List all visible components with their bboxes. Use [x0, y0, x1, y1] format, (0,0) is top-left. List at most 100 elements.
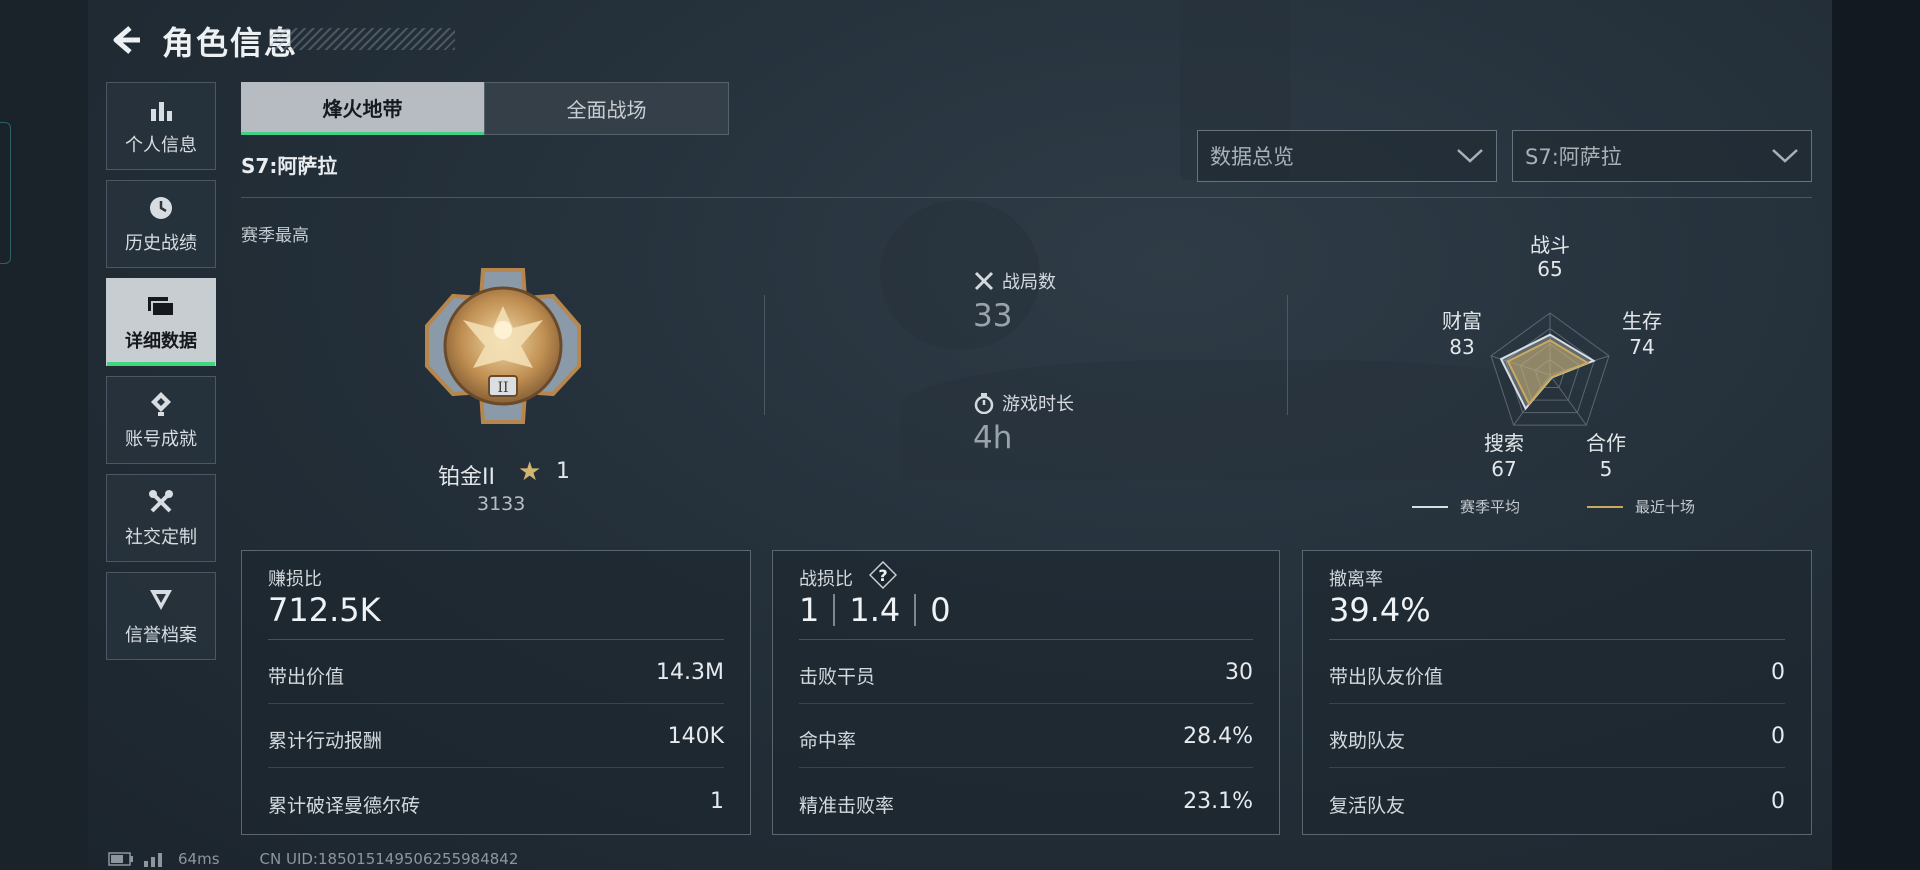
- card-title: 撤离率: [1329, 569, 1383, 590]
- header-divider: [241, 197, 1812, 198]
- folder-icon: [146, 291, 176, 321]
- radar-axis-value: 5: [1599, 457, 1613, 481]
- sidebar-item-history[interactable]: 历史战绩: [106, 180, 216, 268]
- stat-row-value: 0: [1771, 660, 1785, 685]
- radar-axis-label: 财富: [1442, 309, 1482, 333]
- playtime-value: 4h: [973, 420, 1013, 456]
- title-decoration: [270, 28, 455, 50]
- radar-axis-value: 65: [1537, 257, 1563, 281]
- sidebar-item-label: 账号成就: [125, 429, 197, 450]
- legend-season-average: 赛季平均: [1412, 496, 1520, 517]
- stat-row-label: 累计行动报酬: [268, 730, 383, 752]
- rank-star-count: 1: [556, 459, 570, 484]
- history-clock-icon: [146, 193, 176, 223]
- radar-axis-value: 74: [1629, 335, 1655, 359]
- chevron-down-icon: [1457, 149, 1483, 163]
- stat-row-value: 30: [1225, 660, 1253, 685]
- radar-axis-value: 67: [1491, 457, 1517, 481]
- back-arrow-icon[interactable]: [108, 22, 144, 58]
- kd-deaths: 0: [930, 591, 951, 629]
- bar-chart-icon: [146, 95, 176, 125]
- right-margin: [1832, 0, 1920, 870]
- stat-row-label: 命中率: [799, 730, 857, 752]
- svg-text:II: II: [497, 380, 508, 396]
- card-main-value: 39.4%: [1329, 591, 1431, 629]
- stat-row: 累计破译曼德尔砖 1: [268, 769, 724, 833]
- extract-card: 撤离率 39.4% 带出队友价值 0 救助队友 0 复活队友 0: [1302, 550, 1812, 835]
- section-divider: [1287, 295, 1288, 415]
- svg-text:?: ?: [878, 566, 887, 585]
- stat-row: 精准击败率 23.1%: [799, 769, 1253, 833]
- stat-row-value: 28.4%: [1183, 724, 1253, 749]
- rank-medal-icon: II: [425, 268, 581, 424]
- card-title: 赚损比: [268, 569, 322, 590]
- help-icon[interactable]: ?: [869, 561, 897, 589]
- sidebar-item-personal-info[interactable]: 个人信息: [106, 82, 216, 170]
- ping-value: 64ms: [178, 850, 220, 868]
- profit-card: 赚损比 712.5K 带出价值 14.3M 累计行动报酬 140K 累计破译曼德…: [241, 550, 751, 835]
- stat-row-label: 击败干员: [799, 666, 876, 688]
- stat-row-label: 带出队友价值: [1329, 666, 1444, 688]
- tab-hazard-zone[interactable]: 烽火地带: [241, 82, 484, 135]
- legend-label: 赛季平均: [1460, 498, 1521, 516]
- crossed-swords-icon: [974, 271, 994, 291]
- section-divider: [764, 295, 765, 415]
- legend-recent-ten: 最近十场: [1587, 496, 1695, 517]
- radar-axis-value: 83: [1449, 335, 1475, 359]
- rank-score: 3133: [477, 493, 526, 515]
- battery-icon: [108, 852, 133, 866]
- star-icon: ★: [518, 457, 542, 487]
- sidebar-item-label: 信誉档案: [125, 625, 197, 646]
- signal-icon: [144, 853, 162, 867]
- stat-row-label: 救助队友: [1329, 730, 1406, 752]
- sidebar-item-social[interactable]: 社交定制: [106, 474, 216, 562]
- stat-row: 救助队友 0: [1329, 704, 1785, 768]
- season-select-value: S7:阿萨拉: [1525, 145, 1622, 169]
- stat-row-label: 复活队友: [1329, 795, 1406, 817]
- sidebar-item-reputation[interactable]: 信誉档案: [106, 572, 216, 660]
- sidebar-item-detail-data[interactable]: 详细数据: [106, 278, 216, 366]
- legend-label: 最近十场: [1635, 498, 1696, 516]
- legend-swatch: [1412, 505, 1448, 508]
- sidebar-item-label: 个人信息: [125, 135, 197, 156]
- radar-axis-label: 战斗: [1530, 233, 1570, 257]
- radar-axis-label: 生存: [1622, 309, 1662, 333]
- achievement-icon: [146, 389, 176, 419]
- mode-tabs: 烽火地带 全面战场: [241, 82, 729, 135]
- kd-ratio: 1.4: [849, 591, 901, 629]
- stat-row-label: 带出价值: [268, 666, 345, 688]
- season-select[interactable]: S7:阿萨拉: [1512, 130, 1812, 182]
- stat-row-value: 1: [710, 789, 724, 814]
- kd-values: 1 1.4 0: [799, 591, 951, 629]
- season-best-label: 赛季最高: [241, 226, 309, 246]
- stat-row-value: 140K: [667, 724, 724, 749]
- stat-row: 累计行动报酬 140K: [268, 704, 724, 768]
- edge-handle[interactable]: [0, 122, 11, 264]
- card-title: 战损比: [799, 569, 853, 590]
- kd-kills: 1: [799, 591, 820, 629]
- stat-row: 带出价值 14.3M: [268, 640, 724, 704]
- sidebar-item-label: 历史战绩: [125, 233, 197, 254]
- stat-row-value: 23.1%: [1183, 789, 1253, 814]
- playtime-label: 游戏时长: [1002, 394, 1074, 415]
- rank-name: 铂金II: [438, 465, 495, 490]
- card-main-value: 712.5K: [268, 591, 381, 629]
- stat-row-label: 精准击败率: [799, 795, 895, 817]
- tab-full-battlefield[interactable]: 全面战场: [484, 82, 729, 135]
- stopwatch-icon: [974, 393, 994, 414]
- stat-row: 命中率 28.4%: [799, 704, 1253, 768]
- status-footer: 64ms CN UID:1850151495062559848​42: [108, 850, 518, 868]
- season-title: S7:阿萨拉: [241, 154, 338, 178]
- kd-separator: [833, 594, 836, 626]
- tools-icon: [146, 487, 176, 517]
- data-view-select[interactable]: 数据总览: [1197, 130, 1497, 182]
- sidebar-item-achievements[interactable]: 账号成就: [106, 376, 216, 464]
- stat-row: 带出队友价值 0: [1329, 640, 1785, 704]
- legend-swatch: [1587, 505, 1623, 508]
- stat-row: 击败干员 30: [799, 640, 1253, 704]
- ability-radar: 战斗 65 生存 74 合作 5 搜索 67 财富 83: [1410, 225, 1690, 510]
- combat-card: 战损比 ? 1 1.4 0 击败干员 30 命中率 28.4% 精准击败率 23…: [772, 550, 1280, 835]
- stat-row: 复活队友 0: [1329, 769, 1785, 833]
- sidebar-item-label: 社交定制: [125, 527, 197, 548]
- data-view-select-value: 数据总览: [1210, 145, 1294, 169]
